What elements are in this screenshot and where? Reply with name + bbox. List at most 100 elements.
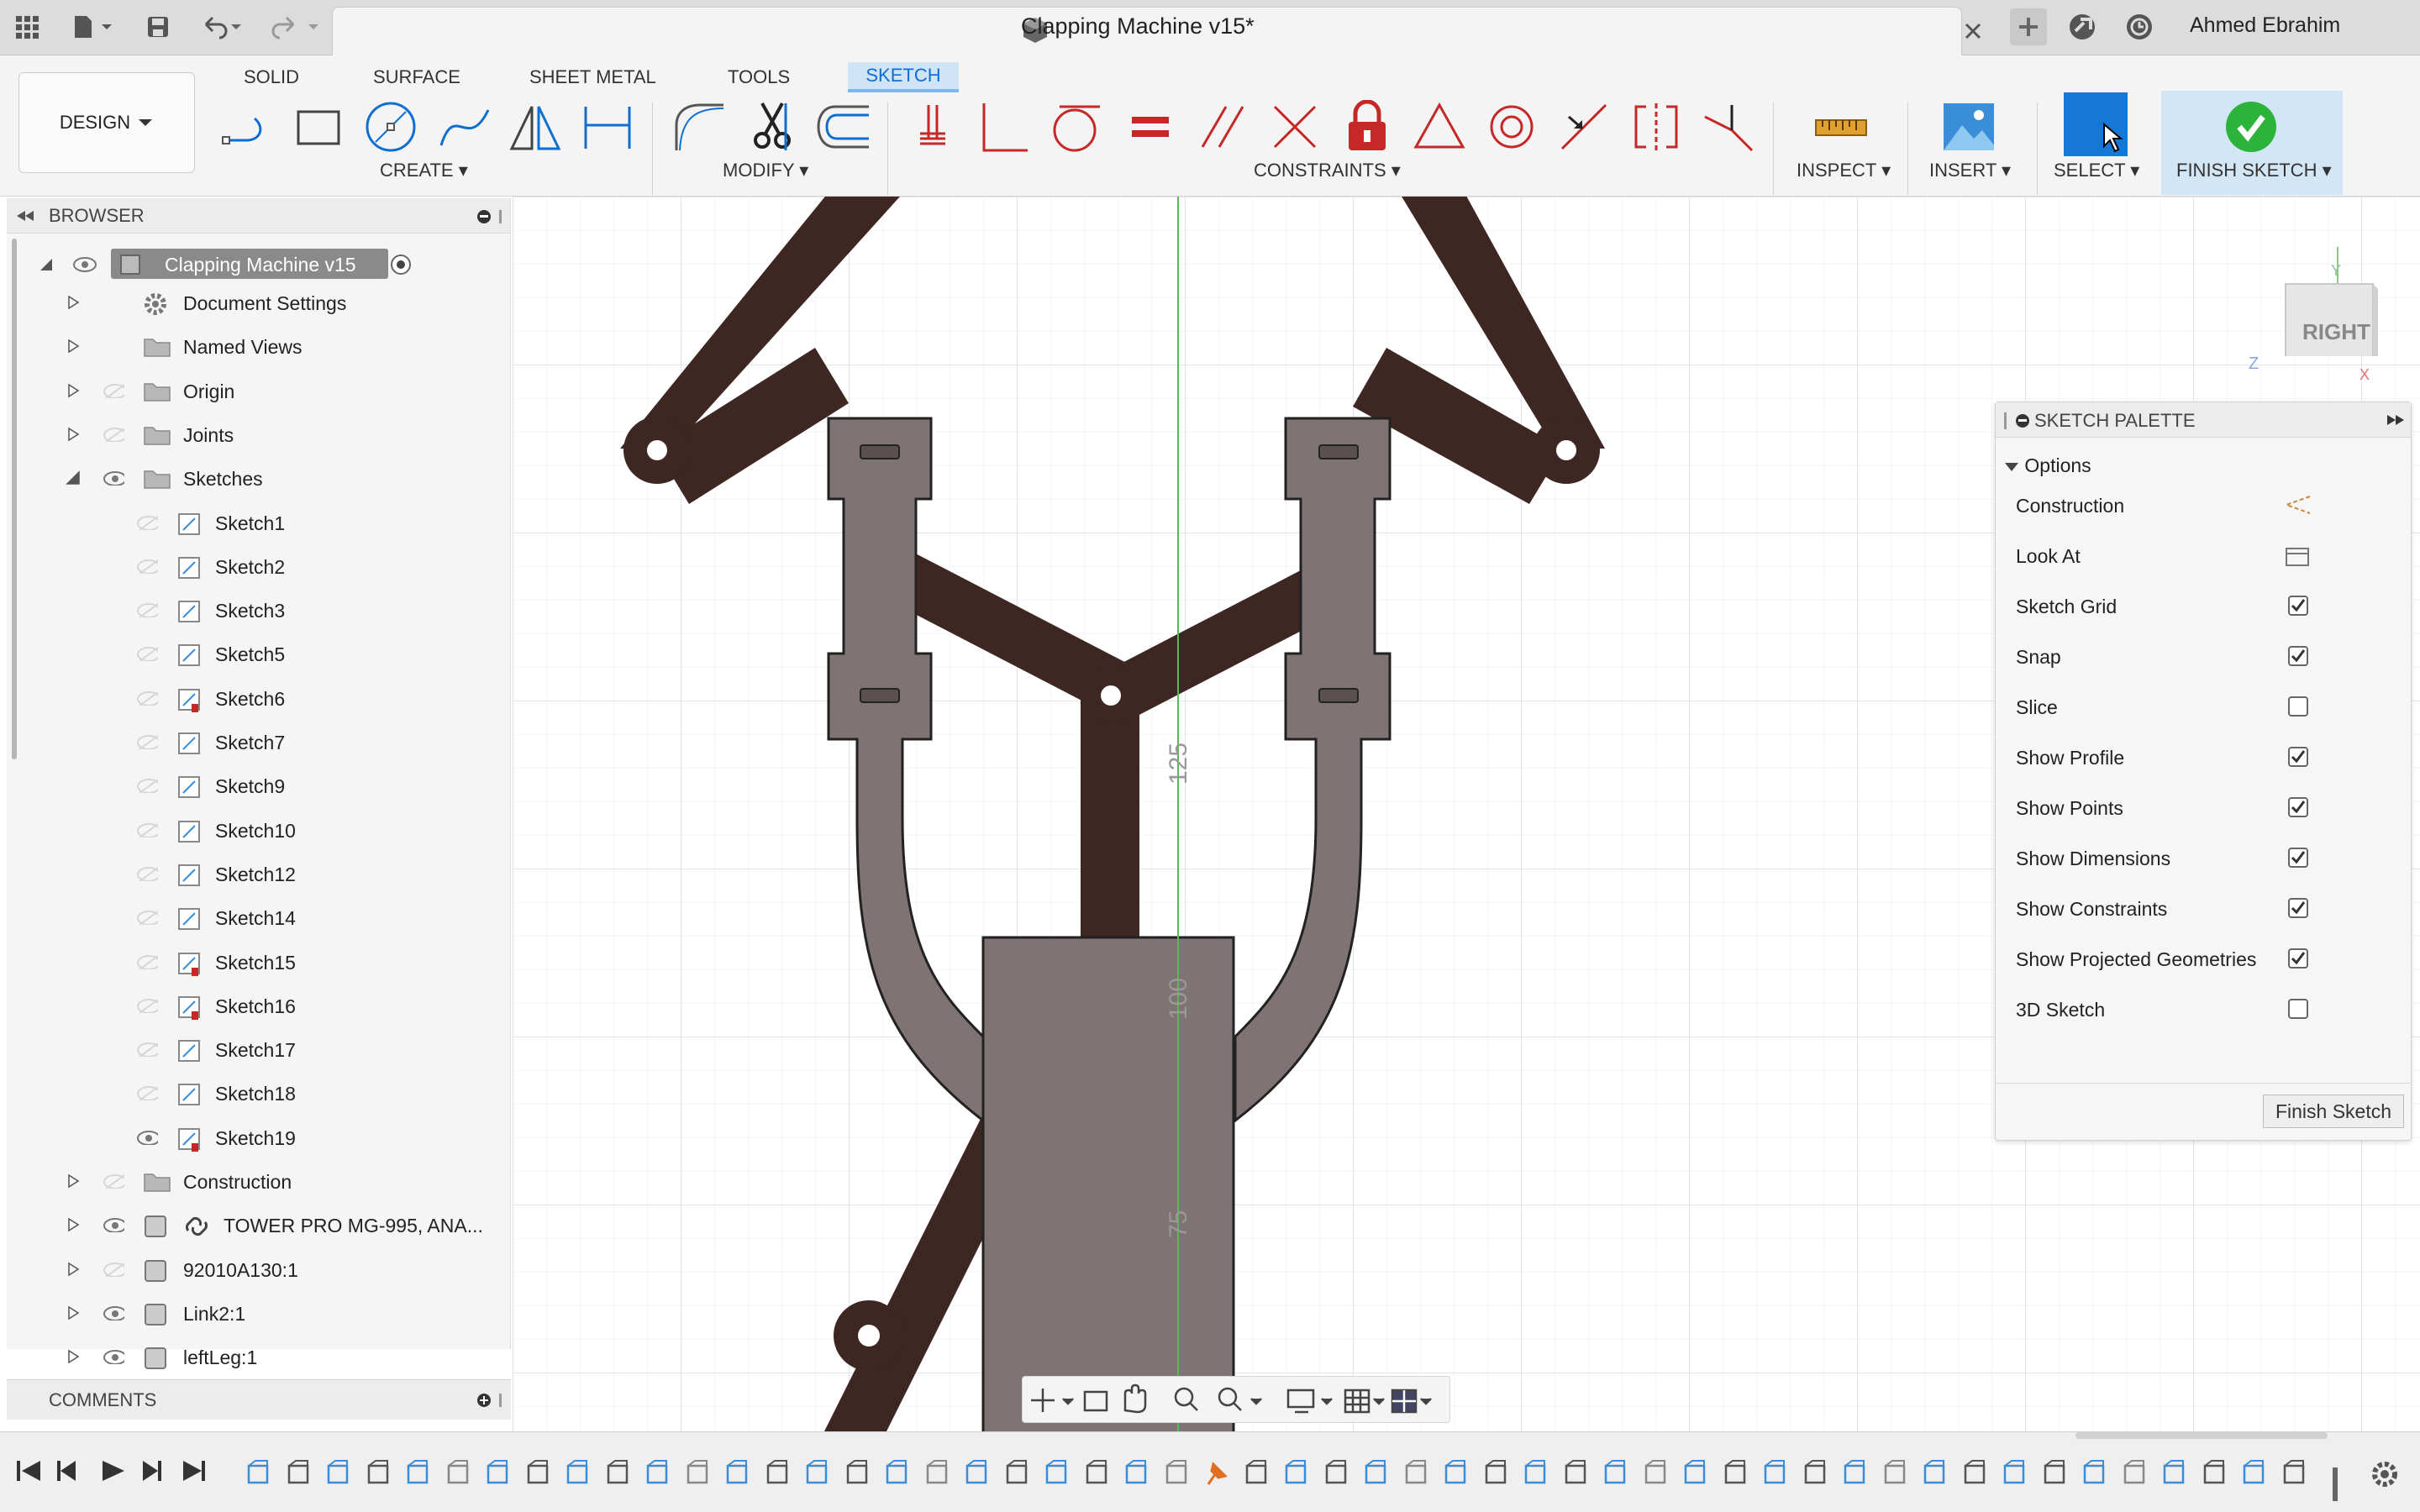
timeline-feature-icon[interactable]	[2200, 1459, 2228, 1488]
timeline-feature-icon[interactable]	[1242, 1459, 1270, 1488]
line-tool-icon[interactable]	[217, 97, 276, 156]
undo-icon[interactable]	[197, 8, 247, 45]
browser-item[interactable]: Sketch3	[7, 591, 511, 628]
expand-triangle-icon[interactable]	[66, 383, 81, 398]
timeline-feature-icon[interactable]	[1481, 1459, 1510, 1488]
palette-collapse-icon[interactable]	[2002, 412, 2033, 429]
expand-triangle-icon[interactable]	[66, 339, 81, 354]
timeline-feature-icon[interactable]	[1281, 1459, 1310, 1488]
timeline-feature-icon[interactable]	[882, 1459, 911, 1488]
mirror-tool-icon[interactable]	[506, 97, 565, 156]
timeline-feature-icon[interactable]	[2080, 1459, 2108, 1488]
timeline-feature-icon[interactable]	[403, 1459, 432, 1488]
gear-icon[interactable]	[2368, 1457, 2402, 1491]
timeline-feature-icon[interactable]	[523, 1459, 552, 1488]
tab-sketch[interactable]: SKETCH	[848, 62, 959, 92]
eye-hidden-icon[interactable]	[136, 1042, 158, 1058]
rectangle-tool-icon[interactable]	[289, 97, 348, 156]
timeline-feature-icon[interactable]	[1641, 1459, 1670, 1488]
eye-hidden-icon[interactable]	[136, 646, 158, 662]
inspect-menu[interactable]: INSPECT ▾	[1797, 160, 1891, 181]
browser-item[interactable]: Sketch18	[7, 1074, 511, 1111]
palette-option[interactable]: Look At	[2016, 545, 2081, 568]
timeline-feature-icon[interactable]	[723, 1459, 751, 1488]
equal-constraint-icon[interactable]	[1121, 97, 1180, 156]
measure-ruler-icon[interactable]	[1812, 97, 1870, 156]
design-workspace-button[interactable]: DESIGN	[18, 72, 195, 173]
checkbox-checked[interactable]	[2288, 747, 2308, 767]
timeline-feature-icon[interactable]	[1361, 1459, 1390, 1488]
checkbox-checked[interactable]	[2288, 797, 2308, 817]
comments-panel[interactable]: COMMENTS	[7, 1379, 511, 1420]
spline-tool-icon[interactable]	[435, 97, 494, 156]
trim-tool-icon[interactable]	[743, 97, 802, 156]
timeline-marker[interactable]	[2333, 1467, 2338, 1501]
construction-icon[interactable]	[2281, 493, 2315, 518]
eye-hidden-icon[interactable]	[136, 515, 158, 530]
perpendicular-constraint-icon[interactable]	[975, 97, 1034, 156]
tab-sheet-metal[interactable]: SHEET METAL	[513, 62, 673, 92]
dimension-tool-icon[interactable]	[578, 97, 637, 156]
expand-triangle-icon[interactable]	[66, 1173, 81, 1189]
eye-hidden-icon[interactable]	[136, 778, 158, 794]
timeline-feature-icon[interactable]	[2000, 1459, 2028, 1488]
triangle-constraint-icon[interactable]	[1410, 97, 1469, 156]
coincident-constraint-icon[interactable]	[1265, 97, 1324, 156]
constraints-menu[interactable]: CONSTRAINTS ▾	[1254, 160, 1401, 181]
timeline-feature-icon[interactable]	[244, 1459, 272, 1488]
expand-triangle-icon[interactable]	[66, 427, 81, 442]
eye-hidden-icon[interactable]	[136, 559, 158, 574]
insert-image-icon[interactable]	[1939, 97, 1998, 156]
finish-sketch-menu[interactable]: FINISH SKETCH ▾	[2176, 160, 2332, 181]
checkbox-unchecked[interactable]	[2288, 999, 2308, 1019]
palette-option[interactable]: Show Points	[2016, 797, 2123, 820]
eye-icon[interactable]	[103, 1305, 124, 1320]
parallel-constraint-icon[interactable]	[1193, 97, 1252, 156]
save-icon[interactable]	[141, 8, 175, 45]
circle-tool-icon[interactable]	[361, 97, 420, 156]
browser-item[interactable]: Origin	[7, 372, 511, 409]
expand-triangle-icon[interactable]	[66, 295, 81, 310]
timeline-feature-icon[interactable]	[563, 1459, 592, 1488]
timeline-feature-icon[interactable]	[1840, 1459, 1869, 1488]
timeline-pin-icon[interactable]	[1202, 1459, 1230, 1488]
timeline-feature-icon[interactable]	[1162, 1459, 1191, 1488]
insert-menu[interactable]: INSERT ▾	[1929, 160, 2011, 181]
timeline-feature-icon[interactable]	[603, 1459, 632, 1488]
browser-item[interactable]: Sketches	[7, 459, 511, 496]
eye-hidden-icon[interactable]	[103, 383, 124, 398]
palette-option[interactable]: Show Profile	[2016, 747, 2124, 769]
eye-icon[interactable]	[103, 1217, 124, 1233]
dimension-125[interactable]: 125	[1165, 743, 1192, 785]
timeline-feature-icon[interactable]	[1881, 1459, 1909, 1488]
eye-hidden-icon[interactable]	[136, 822, 158, 837]
timeline-feature-icon[interactable]	[1082, 1459, 1111, 1488]
eye-hidden-icon[interactable]	[136, 998, 158, 1013]
expand-triangle-icon[interactable]	[66, 1349, 81, 1364]
file-icon[interactable]	[67, 8, 118, 45]
timeline-feature-icon[interactable]	[1601, 1459, 1629, 1488]
eye-icon[interactable]	[103, 1349, 124, 1365]
look-at-icon[interactable]	[2283, 543, 2313, 569]
timeline-feature-icon[interactable]	[1521, 1459, 1549, 1488]
checkbox-unchecked[interactable]	[2288, 696, 2308, 717]
browser-item[interactable]: Construction	[7, 1163, 511, 1200]
checkbox-checked[interactable]	[2288, 898, 2308, 918]
browser-item[interactable]: Named Views	[7, 328, 511, 365]
timeline-feature-icon[interactable]	[683, 1459, 712, 1488]
eye-hidden-icon[interactable]	[136, 954, 158, 969]
check-icon[interactable]	[2222, 97, 2281, 156]
lock-icon[interactable]	[1338, 97, 1397, 156]
timeline-feature-icon[interactable]	[1122, 1459, 1150, 1488]
browser-options-icon[interactable]	[476, 208, 506, 225]
browser-item[interactable]: leftLeg:1	[7, 1338, 511, 1375]
select-arrow-icon[interactable]	[2064, 92, 2128, 156]
apps-grid-icon[interactable]	[10, 8, 44, 45]
eye-hidden-icon[interactable]	[136, 690, 158, 706]
timeline-feature-icon[interactable]	[483, 1459, 512, 1488]
checkbox-checked[interactable]	[2288, 646, 2308, 666]
palette-option[interactable]: Slice	[2016, 696, 2058, 719]
browser-item[interactable]: Sketch10	[7, 811, 511, 848]
timeline-feature-icon[interactable]	[643, 1459, 671, 1488]
timeline-feature-icon[interactable]	[1960, 1459, 1989, 1488]
